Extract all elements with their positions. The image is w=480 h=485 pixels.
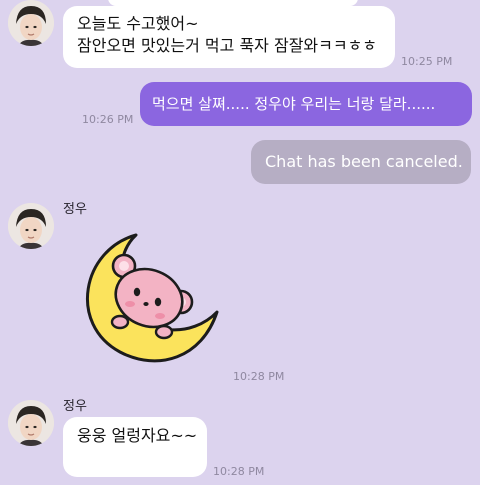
sender-name: 정우 bbox=[63, 202, 87, 217]
avatar[interactable] bbox=[8, 0, 54, 46]
message-text-line: 오늘도 수고했어~ bbox=[77, 14, 199, 33]
avatar[interactable] bbox=[8, 400, 54, 446]
message-text: Chat has been canceled. bbox=[265, 152, 463, 171]
message-bubble[interactable]: 먹으면 살쪄..... 정우야 우리는 너랑 달라...... bbox=[140, 82, 472, 126]
message-text-line: 잠안오면 맛있는거 먹고 푹자 잠잘와ㅋㅋㅎㅎ bbox=[77, 36, 378, 55]
message-bubble[interactable]: 웅웅 얼렁자요~~ bbox=[63, 417, 207, 477]
message-timestamp: 10:28 PM bbox=[233, 370, 285, 383]
avatar-photo bbox=[8, 203, 54, 249]
message-bubble[interactable]: 오늘도 수고했어~ 잠안오면 맛있는거 먹고 푹자 잠잘와ㅋㅋㅎㅎ bbox=[63, 6, 395, 68]
canceled-message-bubble[interactable]: Chat has been canceled. bbox=[251, 140, 471, 184]
sticker-image bbox=[85, 233, 219, 363]
message-text: 먹으면 살쪄..... 정우야 우리는 너랑 달라...... bbox=[152, 95, 436, 113]
message-timestamp: 10:25 PM bbox=[401, 55, 453, 68]
message-timestamp: 10:28 PM bbox=[213, 465, 265, 478]
message-text: 웅웅 얼렁자요~~ bbox=[77, 426, 198, 445]
avatar-photo bbox=[8, 0, 54, 46]
avatar-photo bbox=[8, 400, 54, 446]
message-timestamp: 10:26 PM bbox=[82, 113, 134, 126]
avatar[interactable] bbox=[8, 203, 54, 249]
sender-name: 정우 bbox=[63, 399, 87, 414]
moon-bear-sticker[interactable] bbox=[74, 232, 224, 367]
